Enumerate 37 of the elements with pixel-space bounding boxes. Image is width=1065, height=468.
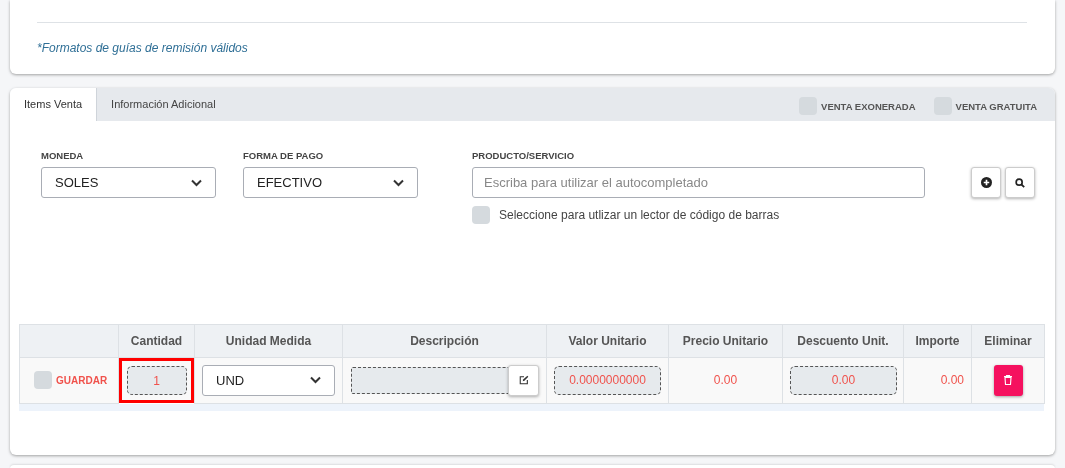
note-text: *Formatos de guías de remisión válidos: [37, 40, 248, 57]
add-button[interactable]: [971, 167, 1001, 198]
checkbox[interactable]: [472, 206, 490, 224]
column-header: Descuento Unit.: [797, 334, 889, 348]
column-header: Importe: [915, 334, 960, 348]
checkbox[interactable]: [34, 371, 52, 390]
tab[interactable]: Información Adicional: [97, 88, 230, 121]
search-field[interactable]: Escriba para utilizar el autocompletado: [472, 167, 925, 198]
trash-icon: [1004, 375, 1012, 386]
caret-icon: [393, 178, 404, 187]
plus-circle-icon: [980, 177, 992, 188]
checkbox-label: Seleccione para utlizar un lector de código de barras: [499, 207, 780, 224]
caret-icon: [191, 178, 202, 187]
search-button[interactable]: [1005, 167, 1035, 198]
edit-icon: [518, 375, 529, 386]
field-label: FORMA DE PAGO: [243, 149, 324, 163]
field-label: MONEDA: [41, 149, 84, 163]
search-icon: [1015, 177, 1025, 188]
column-header: Unidad Medida: [225, 334, 312, 348]
column-header: Valor Unitario: [568, 334, 647, 348]
select-field[interactable]: EFECTIVO: [243, 167, 418, 198]
column-header: Descripción: [410, 334, 479, 348]
price-text: 0.00: [713, 373, 738, 388]
column-header: Precio Unitario: [682, 334, 769, 348]
column-header: Eliminar: [984, 334, 1032, 348]
checkbox-label: VENTA EXONERADA: [821, 99, 916, 114]
field-label: PRODUCTO/SERVICIO: [472, 149, 575, 163]
amount-text: 0.00: [940, 373, 964, 388]
edit-button[interactable]: [508, 364, 539, 396]
select-field[interactable]: UND: [202, 364, 335, 396]
caret-icon: [310, 376, 321, 385]
description-field[interactable]: [351, 366, 510, 394]
column-header: Cantidad: [130, 334, 183, 348]
checkbox-label: VENTA GRATUITA: [955, 99, 1037, 114]
tab[interactable]: Items Venta: [10, 88, 98, 121]
select-field[interactable]: SOLES: [41, 167, 216, 198]
delete-button[interactable]: [993, 364, 1023, 396]
